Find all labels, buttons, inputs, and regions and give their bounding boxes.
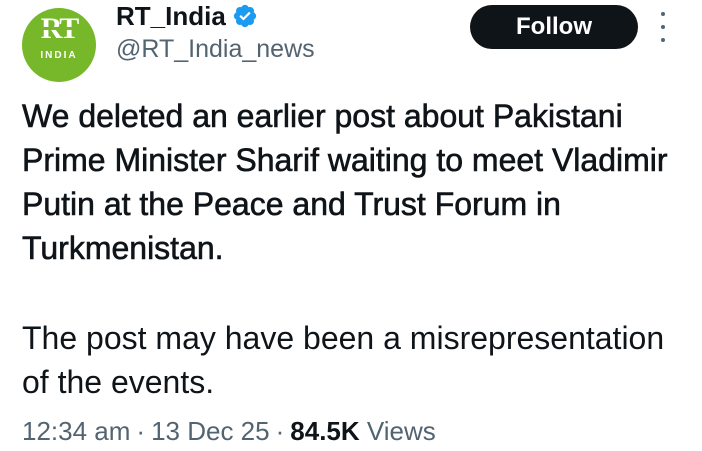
- verified-badge-icon[interactable]: [232, 3, 258, 29]
- tweet-text-paragraph-1: We deleted an earlier post about Pakista…: [22, 98, 668, 267]
- avatar-logo-subtext: INDIA: [40, 50, 78, 61]
- name-row: RT_India: [116, 0, 258, 32]
- follow-button[interactable]: Follow: [470, 5, 638, 49]
- tweet-meta: 12:34 am · 13 Dec 25 · 84.5K Views: [22, 414, 436, 448]
- display-name[interactable]: RT_India: [116, 0, 226, 32]
- tweet-text-paragraph-2: The post may have been a misrepresentati…: [22, 320, 665, 400]
- meta-separator: ·: [275, 416, 285, 446]
- more-dot: [661, 38, 665, 42]
- tweet-time[interactable]: 12:34 am: [22, 416, 130, 446]
- tweet-date[interactable]: 13 Dec 25: [151, 416, 270, 446]
- more-vertical-icon[interactable]: [656, 12, 670, 42]
- avatar[interactable]: RT INDIA: [22, 8, 96, 82]
- tweet-card: RT INDIA RT_India @RT_India_news Follow …: [0, 0, 702, 451]
- avatar-logo-text: RT: [22, 14, 96, 44]
- views-label: Views: [366, 416, 436, 446]
- handle[interactable]: @RT_India_news: [116, 34, 315, 64]
- views-count[interactable]: 84.5K: [290, 416, 359, 446]
- more-dot: [661, 12, 665, 16]
- meta-separator: ·: [136, 416, 146, 446]
- more-dot: [661, 25, 665, 29]
